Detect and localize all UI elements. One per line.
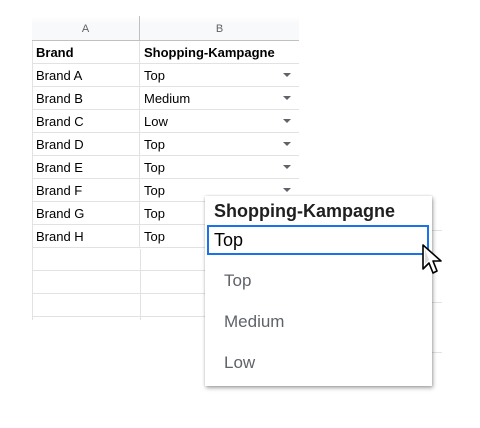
table-header-row: Brand Shopping-Kampagne <box>32 41 299 64</box>
header-cell-brand[interactable]: Brand <box>32 41 140 63</box>
campaign-value: Top <box>144 206 165 221</box>
campaign-dropdown-popup: Shopping-Kampagne Top Top Medium Low <box>205 196 432 386</box>
chevron-down-icon[interactable] <box>283 73 291 77</box>
dropdown-option-top[interactable]: Top <box>205 261 432 301</box>
brand-cell[interactable]: Brand D <box>32 133 140 155</box>
mouse-pointer-icon <box>422 244 442 274</box>
column-divider <box>140 249 141 320</box>
column-header-b[interactable]: B <box>140 16 299 40</box>
gridline <box>432 302 442 303</box>
campaign-dropdown-cell[interactable]: Medium <box>140 87 299 109</box>
campaign-value: Top <box>144 68 165 83</box>
brand-cell[interactable]: Brand B <box>32 87 140 109</box>
campaign-value: Medium <box>144 91 191 106</box>
campaign-value: Top <box>144 229 165 244</box>
brand-cell[interactable]: Brand H <box>32 225 140 247</box>
dropdown-option-low[interactable]: Low <box>205 343 432 383</box>
campaign-dropdown-cell[interactable]: Top <box>140 156 299 178</box>
campaign-value: Top <box>144 160 165 175</box>
gridline <box>432 352 442 353</box>
campaign-dropdown-cell[interactable]: Top <box>140 133 299 155</box>
table-row: Brand D Top <box>32 133 299 156</box>
gridline <box>432 230 442 231</box>
selected-value-field[interactable]: Top <box>207 225 429 255</box>
chevron-down-icon[interactable] <box>283 165 291 169</box>
header-cell-campaign[interactable]: Shopping-Kampagne <box>140 41 299 63</box>
campaign-dropdown-cell[interactable]: Top <box>140 64 299 86</box>
campaign-value: Top <box>144 183 165 198</box>
popup-column-title: Shopping-Kampagne <box>205 196 432 226</box>
brand-cell[interactable]: Brand F <box>32 179 140 201</box>
brand-cell[interactable]: Brand E <box>32 156 140 178</box>
campaign-value: Top <box>144 137 165 152</box>
brand-cell[interactable]: Brand G <box>32 202 140 224</box>
chevron-down-icon[interactable] <box>283 188 291 192</box>
chevron-down-icon[interactable] <box>283 142 291 146</box>
chevron-down-icon[interactable] <box>283 119 291 123</box>
column-header-a[interactable]: A <box>32 16 140 40</box>
table-row: Brand E Top <box>32 156 299 179</box>
chevron-down-icon[interactable] <box>283 96 291 100</box>
campaign-value: Low <box>144 114 168 129</box>
table-row: Brand A Top <box>32 64 299 87</box>
table-row: Brand C Low <box>32 110 299 133</box>
brand-cell[interactable]: Brand C <box>32 110 140 132</box>
brand-cell[interactable]: Brand A <box>32 64 140 86</box>
dropdown-option-medium[interactable]: Medium <box>205 302 432 342</box>
column-header-row: A B <box>32 16 299 41</box>
table-row: Brand B Medium <box>32 87 299 110</box>
campaign-dropdown-cell[interactable]: Low <box>140 110 299 132</box>
